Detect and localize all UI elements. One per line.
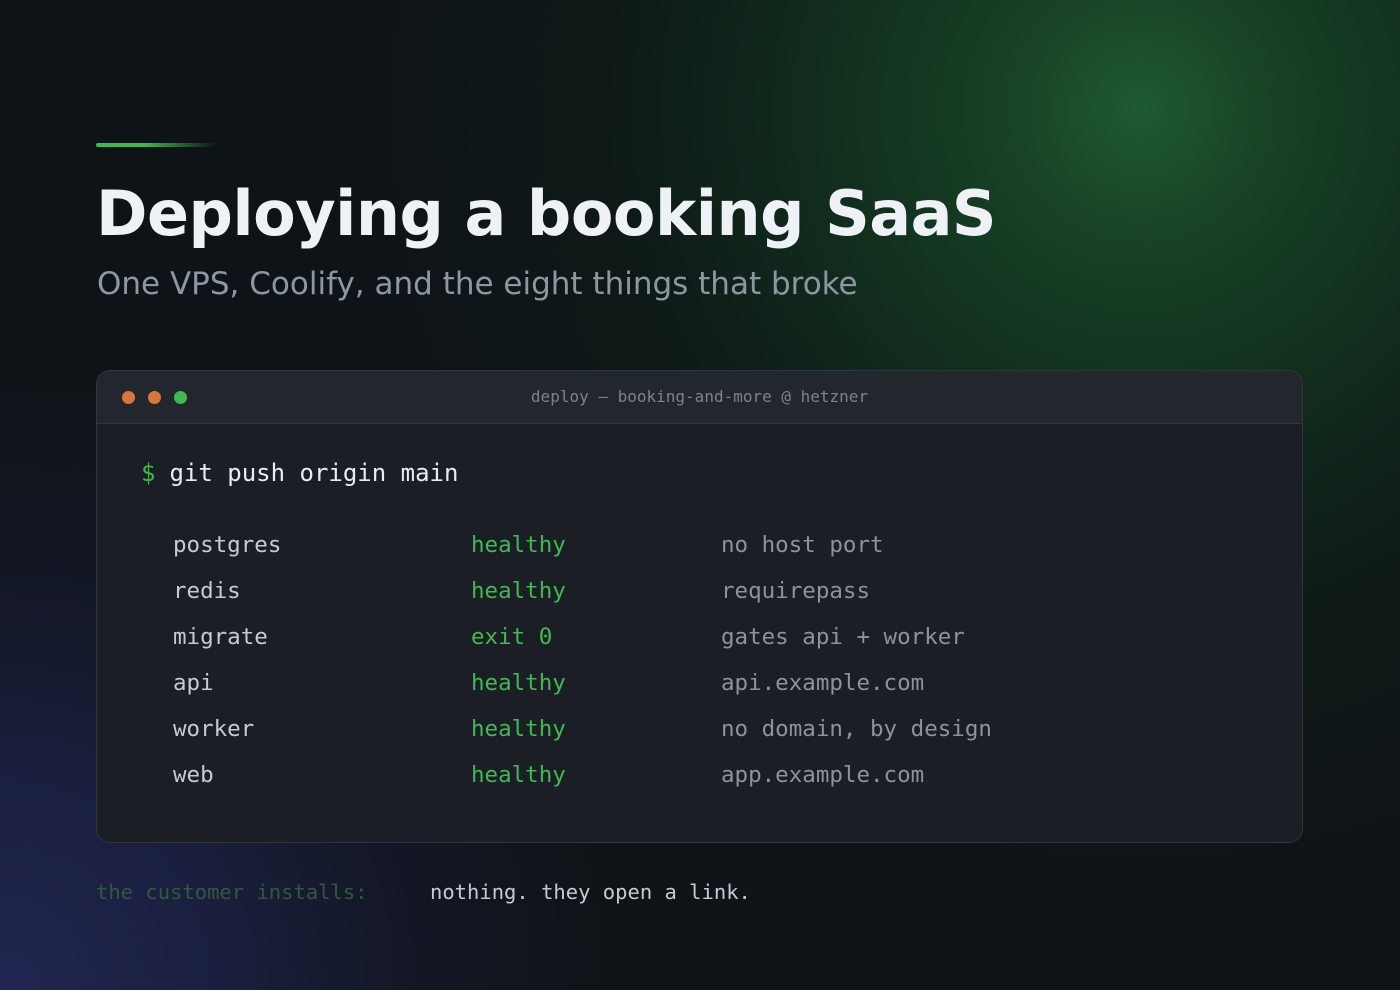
service-status: healthy [471, 532, 566, 558]
page-title: Deploying a booking SaaS [96, 177, 997, 250]
service-note: no domain, by design [721, 716, 992, 742]
service-name: migrate [173, 624, 268, 650]
footer-label: the customer installs: [96, 880, 368, 904]
service-note: requirepass [721, 578, 871, 604]
terminal-titlebar: deploy — booking-and-more @ hetzner [97, 371, 1302, 424]
footer-caption: the customer installs: nothing. they ope… [96, 876, 751, 908]
terminal-title: deploy — booking-and-more @ hetzner [530, 387, 869, 406]
service-name: postgres [173, 532, 282, 558]
service-status: exit 0 [471, 624, 553, 650]
service-name: redis [173, 578, 241, 604]
page-subtitle: One VPS, Coolify, and the eight things t… [97, 266, 858, 302]
service-status: healthy [471, 670, 566, 696]
service-note: api.example.com [721, 670, 925, 696]
command-text: git push origin main [169, 459, 459, 487]
command-line: $ git push origin main [141, 456, 458, 490]
accent-bar [96, 143, 216, 147]
service-status: healthy [471, 578, 566, 604]
terminal-window: deploy — booking-and-more @ hetzner $ git… [96, 370, 1303, 843]
service-name: api [173, 670, 214, 696]
service-name: web [173, 762, 214, 788]
prompt-symbol: $ [141, 459, 156, 487]
service-note: app.example.com [721, 762, 925, 788]
service-status: healthy [471, 762, 566, 788]
service-name: worker [173, 716, 255, 742]
service-note: no host port [721, 532, 884, 558]
footer-value: nothing. they open a link. [430, 880, 751, 904]
service-status: healthy [471, 716, 566, 742]
service-note: gates api + worker [721, 624, 965, 650]
